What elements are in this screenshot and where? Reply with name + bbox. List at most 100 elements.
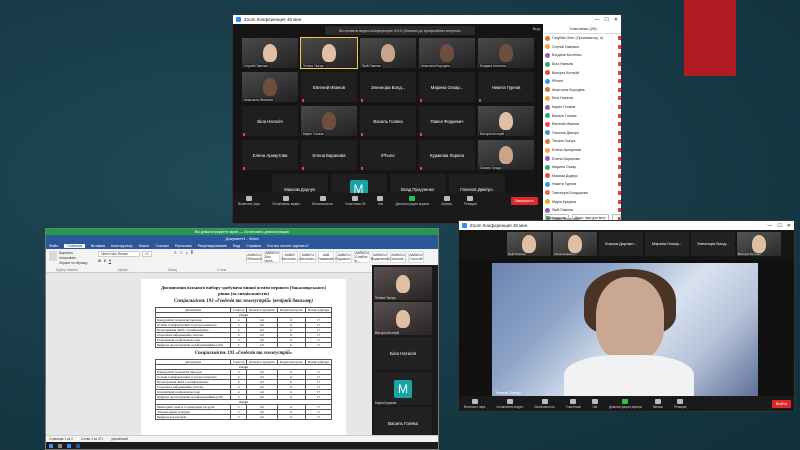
style-option[interactable]: AaBbCc Заголово...	[299, 251, 317, 263]
participant-row[interactable]: Василь Голяка	[543, 111, 621, 120]
numbering-icon[interactable]: ☷	[180, 251, 183, 255]
align-left-icon[interactable]: ≡	[186, 251, 188, 255]
participant-tile[interactable]: Никита Гурнов	[478, 72, 534, 102]
font-size-select[interactable]: 12	[142, 251, 152, 257]
participant-tile[interactable]: Вікторія Кістерій	[374, 302, 432, 335]
participant-tile[interactable]: Марина Оскар...	[419, 72, 475, 102]
clipboard-action[interactable]: Формат по образцу	[59, 261, 88, 265]
paste-icon[interactable]	[49, 251, 57, 261]
toolbar-button[interactable]: Демонстрация экрана	[609, 398, 642, 409]
ribbon-tab[interactable]: Файл	[49, 244, 58, 248]
participant-tile[interactable]: Анастасія Бородіна	[419, 38, 475, 68]
participant-row[interactable]: Марія Кукувна	[543, 197, 621, 206]
participant-tile[interactable]: Ярій Павлюк	[360, 38, 416, 68]
ribbon-tab[interactable]: Главная	[64, 243, 85, 248]
participant-tile[interactable]: Элеонора Болд...	[691, 232, 735, 256]
toolbar-button[interactable]: Участники 26	[345, 196, 365, 206]
participant-row[interactable]: Вікторія Кістерій	[543, 68, 621, 77]
participant-tile[interactable]: Павел Федкевич	[419, 106, 475, 136]
participant-tile[interactable]: iPhone	[360, 140, 416, 170]
participant-row[interactable]: Евгений Иванов	[543, 120, 621, 129]
bold-button[interactable]: Ж	[98, 259, 101, 263]
participant-tile[interactable]: Тетяна Ткачук	[374, 267, 432, 300]
participant-tile[interactable]: Куракова Лариса	[419, 140, 475, 170]
participant-tile[interactable]: Елена Арнаутова	[242, 140, 298, 170]
bullets-icon[interactable]: ☰	[174, 251, 177, 255]
align-center-icon[interactable]: ≣	[191, 251, 194, 255]
participant-tile[interactable]: Анастасія Левченко	[242, 72, 298, 102]
participant-tile[interactable]: Богдана Костенко	[478, 38, 534, 68]
participant-row[interactable]: Богдана Костенко	[543, 51, 621, 60]
toolbar-button[interactable]: Включить звук	[464, 398, 485, 409]
participant-tile[interactable]: Вікторія Кістерій	[478, 106, 534, 136]
leave-meeting-button[interactable]: Выйти	[771, 399, 791, 408]
toolbar-button[interactable]: Чат	[377, 196, 384, 206]
toolbar-button[interactable]: Реакции	[464, 196, 477, 206]
word-taskbar-icon[interactable]	[76, 443, 80, 448]
clipboard-action[interactable]: Копировать	[59, 256, 88, 260]
end-meeting-button[interactable]: Завершить	[510, 197, 538, 205]
participant-tile[interactable]: M Марія Кукувна	[374, 372, 432, 405]
participant-tile[interactable]: Гапонов Дмитро	[553, 232, 597, 256]
participant-row[interactable]: iPhone	[543, 77, 621, 86]
participant-row[interactable]: Гапонов Дмитро	[543, 129, 621, 138]
participant-row[interactable]: Анастасія Бородіна	[543, 86, 621, 95]
participant-tile[interactable]: Ярій Павлюк	[507, 232, 551, 256]
toolbar-button[interactable]: Запись	[441, 196, 452, 206]
start-icon[interactable]	[49, 443, 53, 448]
participant-row[interactable]: Сергий Павлішн	[543, 43, 621, 52]
participant-row[interactable]: Элеонора Болдорєва	[543, 189, 621, 198]
toolbar-button[interactable]: Остановить видео	[272, 196, 300, 206]
document-page[interactable]: Дисципліни вільного вибору здобувача вищ…	[141, 279, 346, 444]
participant-tile[interactable]: Оксана Гріщук	[478, 140, 534, 170]
minimize-icon[interactable]: —	[767, 223, 772, 229]
style-option[interactable]: AaBbCcl Сильное...	[389, 251, 407, 263]
participant-row[interactable]: Елена Баранова	[543, 154, 621, 163]
participant-row[interactable]: Голубєв Олег (Организатор, я)	[543, 34, 621, 43]
ribbon-tab[interactable]: Рецензирование	[198, 244, 227, 248]
search-icon[interactable]	[58, 443, 62, 448]
maximize-icon[interactable]: ☐	[604, 17, 608, 23]
style-option[interactable]: AaBbCcl Выделение	[371, 251, 389, 263]
toolbar-button[interactable]: Безопасность	[534, 398, 555, 409]
style-option[interactable]: AaBbC Заголово...	[281, 251, 299, 263]
participant-row[interactable]: Тетяна Ткачук	[543, 137, 621, 146]
minimize-icon[interactable]: —	[594, 17, 599, 23]
toolbar-button[interactable]: Остановить видео	[496, 398, 523, 409]
participant-tile[interactable]: Елена Баранова	[301, 140, 357, 170]
toolbar-button[interactable]: Реакции	[674, 398, 686, 409]
participant-tile[interactable]: Біла Наталія	[374, 337, 432, 370]
ribbon-tab[interactable]: Рассылки	[175, 244, 192, 248]
ribbon-tab[interactable]: Конструктор	[111, 244, 133, 248]
participant-row[interactable]: Біла Наталія	[543, 60, 621, 69]
ribbon-tab[interactable]: Что вы хотите сделать?	[267, 244, 309, 248]
participant-tile[interactable]: Евгений Иванов	[301, 72, 357, 102]
view-toggle[interactable]: Вид	[533, 26, 540, 31]
toolbar-button[interactable]: Демонстрация экрана	[395, 196, 429, 206]
ribbon-tab[interactable]: Вставка	[91, 244, 105, 248]
toolbar-button[interactable]: Участники	[566, 398, 581, 409]
ribbon-tab[interactable]: Вид	[233, 244, 240, 248]
participant-row[interactable]: Кирил Голіков	[543, 103, 621, 112]
close-icon[interactable]: ✕	[787, 223, 791, 229]
underline-button[interactable]: Ч	[109, 259, 111, 263]
active-speaker-video[interactable]: Тетяна Ткачук	[492, 263, 758, 397]
toolbar-button[interactable]: Чат	[592, 398, 599, 409]
italic-button[interactable]: К	[104, 259, 106, 263]
clipboard-action[interactable]: Вырезать	[59, 251, 88, 255]
ribbon-tab[interactable]: Справка	[246, 244, 261, 248]
ribbon-tab[interactable]: Макет	[139, 244, 150, 248]
participant-tile[interactable]: Сергий Павлішн	[242, 38, 298, 68]
participant-tile[interactable]: Кирил Голіков	[301, 106, 357, 136]
participant-row[interactable]: Максим Додчук	[543, 172, 621, 181]
participant-tile[interactable]: Біла Наталія	[242, 106, 298, 136]
meeting-info-bar[interactable]: Ви провели видео-конференцію 2019 | Віта…	[325, 26, 475, 35]
participant-tile[interactable]: Элеонора Болд...	[360, 72, 416, 102]
style-option[interactable]: AaBbCcl Обычный	[246, 251, 262, 263]
participant-tile[interactable]: Марина Оскар...	[645, 232, 689, 256]
participant-tile[interactable]: Вікторія Кістерій	[737, 232, 781, 256]
toolbar-button[interactable]: Включить звук	[238, 196, 260, 206]
style-option[interactable]: AaBbCcl Слабое в...	[354, 251, 370, 263]
participant-row[interactable]: Біла Наталія	[543, 94, 621, 103]
participant-tile[interactable]: Тетяна Ткачук	[300, 37, 358, 69]
